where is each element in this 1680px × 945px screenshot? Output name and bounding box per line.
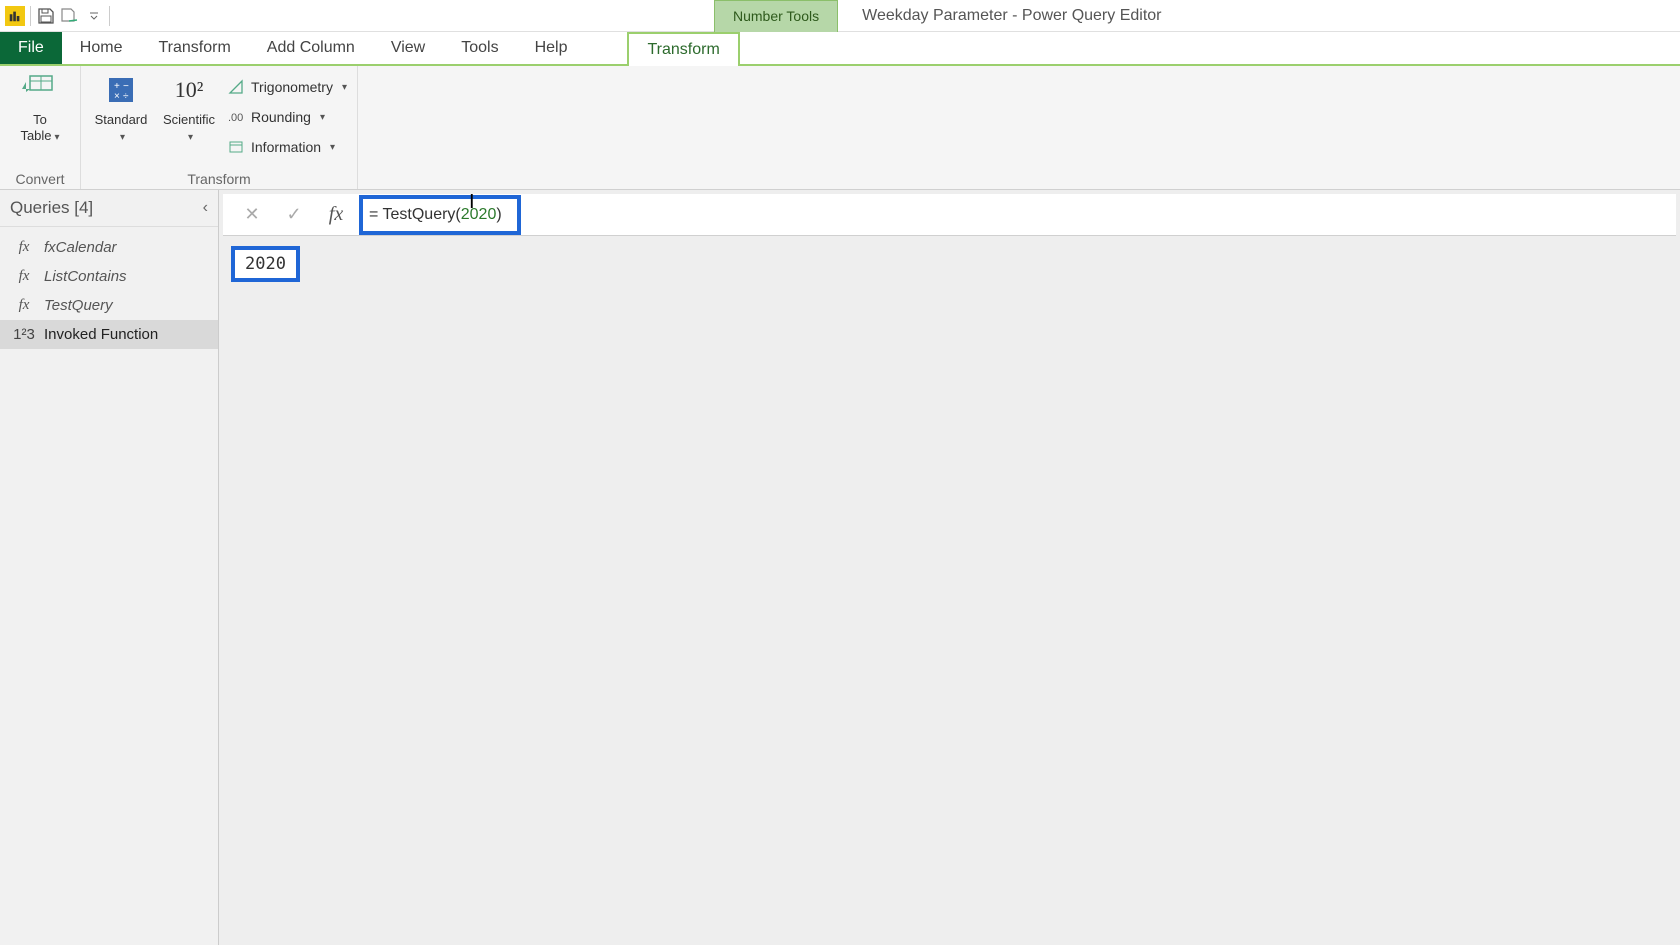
tab-add-column[interactable]: Add Column (249, 32, 373, 64)
ribbon-group-convert: To Table▾ Convert (0, 66, 81, 189)
tab-view[interactable]: View (373, 32, 443, 64)
tab-home[interactable]: Home (62, 32, 141, 64)
text-cursor-icon: I (469, 191, 475, 214)
scientific-icon: 10² (169, 70, 209, 110)
tab-tools[interactable]: Tools (443, 32, 516, 64)
standard-button[interactable]: +−×÷ Standard▾ (91, 70, 151, 146)
qat-dropdown-icon[interactable] (83, 5, 105, 27)
standard-label: Standard▾ (95, 112, 148, 146)
trigonometry-button[interactable]: Trigonometry▾ (227, 74, 347, 100)
svg-text:.00: .00 (228, 112, 243, 124)
result-value: 2020 (231, 246, 300, 282)
to-table-label: To Table▾ (20, 112, 59, 146)
tab-context-transform[interactable]: Transform (627, 32, 739, 66)
ribbon: To Table▾ Convert +−×÷ Standard▾ 10² Sci… (0, 66, 1680, 190)
tab-file[interactable]: File (0, 32, 62, 64)
context-tab-group-label: Number Tools (714, 0, 838, 32)
tab-help[interactable]: Help (517, 32, 586, 64)
query-item-label: ListContains (44, 268, 127, 285)
ribbon-tabs: File Home Transform Add Column View Tool… (0, 32, 1680, 66)
collapse-pane-icon[interactable]: ‹ (203, 199, 208, 217)
app-icon (4, 5, 26, 27)
scientific-label: Scientific▾ (163, 112, 215, 146)
svg-text:×: × (114, 91, 120, 102)
preview-area: 2020 (219, 236, 1680, 945)
to-table-button[interactable]: To Table▾ (10, 70, 70, 146)
query-item-label: fxCalendar (44, 239, 117, 256)
tab-transform[interactable]: Transform (140, 32, 248, 64)
rounding-icon: .00 (227, 108, 245, 126)
query-item-label: Invoked Function (44, 326, 158, 343)
ribbon-group-transform-label: Transform (91, 169, 347, 187)
query-item-label: TestQuery (44, 297, 113, 314)
main-area: ✕ ✓ fx I = TestQuery(2020) 2020 (219, 190, 1680, 945)
cancel-formula-button[interactable]: ✕ (233, 198, 271, 232)
information-icon (227, 138, 245, 156)
query-item-testquery[interactable]: fx TestQuery (0, 291, 218, 320)
title-bar: Number Tools Weekday Parameter - Power Q… (0, 0, 1680, 32)
scientific-button[interactable]: 10² Scientific▾ (159, 70, 219, 146)
save-as-icon[interactable] (59, 5, 81, 27)
rounding-button[interactable]: .00 Rounding▾ (227, 104, 347, 130)
quick-access-toolbar (0, 5, 116, 27)
query-item-listcontains[interactable]: fx ListContains (0, 262, 218, 291)
query-item-fxcalendar[interactable]: fx fxCalendar (0, 233, 218, 262)
fx-icon[interactable]: fx (317, 198, 355, 232)
save-icon[interactable] (35, 5, 57, 27)
function-icon: fx (14, 239, 34, 256)
formula-bar: ✕ ✓ fx I = TestQuery(2020) (223, 194, 1676, 236)
formula-input[interactable]: I = TestQuery(2020) (359, 195, 521, 235)
information-button[interactable]: Information▾ (227, 134, 347, 160)
queries-list: fx fxCalendar fx ListContains fx TestQue… (0, 227, 218, 355)
function-icon: fx (14, 297, 34, 314)
svg-text:÷: ÷ (123, 91, 129, 102)
queries-pane-header: Queries [4] ‹ (0, 190, 218, 227)
ribbon-group-transform: +−×÷ Standard▾ 10² Scientific▾ Trigonome… (81, 66, 358, 189)
queries-pane: Queries [4] ‹ fx fxCalendar fx ListConta… (0, 190, 219, 945)
standard-icon: +−×÷ (101, 70, 141, 110)
commit-formula-button[interactable]: ✓ (275, 198, 313, 232)
query-item-invoked-function[interactable]: 1²3 Invoked Function (0, 320, 218, 349)
trigonometry-icon (227, 78, 245, 96)
window-title: Weekday Parameter - Power Query Editor (862, 7, 1161, 25)
separator (109, 6, 110, 26)
ribbon-group-convert-label: Convert (10, 169, 70, 187)
queries-pane-title: Queries [4] (10, 198, 93, 218)
to-table-icon (20, 70, 60, 110)
number-icon: 1²3 (14, 326, 34, 343)
function-icon: fx (14, 268, 34, 285)
separator (30, 6, 31, 26)
body: Queries [4] ‹ fx fxCalendar fx ListConta… (0, 190, 1680, 945)
